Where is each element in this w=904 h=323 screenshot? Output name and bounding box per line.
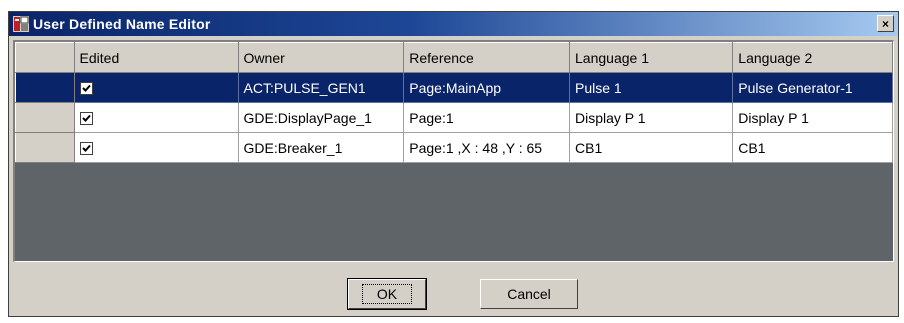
checkbox-checked-icon[interactable] (79, 112, 93, 126)
name-grid[interactable]: Edited Owner Reference Language 1 Langua… (13, 40, 894, 262)
cancel-button[interactable]: Cancel (480, 279, 578, 309)
language-2-cell[interactable]: CB1 (732, 132, 893, 163)
ok-button-label: OK (361, 284, 413, 304)
column-header-language-1[interactable]: Language 1 (569, 42, 734, 73)
edited-cell[interactable] (73, 72, 239, 103)
window-title: User Defined Name Editor (33, 16, 211, 32)
title-bar[interactable]: User Defined Name Editor × (9, 12, 898, 36)
edited-cell[interactable] (73, 102, 239, 133)
header-row: Edited Owner Reference Language 1 Langua… (15, 42, 893, 73)
row-header[interactable] (15, 132, 75, 163)
language-2-cell[interactable]: Display P 1 (732, 102, 893, 133)
column-header-edited[interactable]: Edited (73, 42, 239, 73)
close-button[interactable]: × (877, 15, 894, 32)
dialog-window: User Defined Name Editor × Edited Owner … (8, 11, 899, 317)
owner-cell[interactable]: ACT:PULSE_GEN1 (237, 72, 405, 103)
edited-cell[interactable] (73, 132, 239, 163)
language-2-cell[interactable]: Pulse Generator-1 (732, 72, 893, 103)
close-icon: × (881, 16, 889, 31)
table-row[interactable]: GDE:Breaker_1 Page:1 ,X : 48 ,Y : 65 CB1… (15, 132, 893, 163)
language-1-cell[interactable]: Pulse 1 (569, 72, 734, 103)
column-header-language-2[interactable]: Language 2 (732, 42, 893, 73)
ok-button[interactable]: OK (347, 278, 427, 310)
name-table: Edited Owner Reference Language 1 Langua… (15, 42, 893, 163)
reference-cell[interactable]: Page:1 (403, 102, 571, 133)
owner-cell[interactable]: GDE:DisplayPage_1 (237, 102, 405, 133)
row-header[interactable] (15, 72, 75, 103)
column-header-owner[interactable]: Owner (237, 42, 405, 73)
reference-cell[interactable]: Page:MainApp (403, 72, 571, 103)
checkbox-checked-icon[interactable] (79, 82, 93, 96)
table-row[interactable]: ACT:PULSE_GEN1 Page:MainApp Pulse 1 Puls… (15, 72, 893, 103)
reference-cell[interactable]: Page:1 ,X : 48 ,Y : 65 (403, 132, 571, 163)
checkbox-checked-icon[interactable] (79, 142, 93, 156)
language-1-cell[interactable]: CB1 (569, 132, 734, 163)
row-header[interactable] (15, 102, 75, 133)
app-icon[interactable] (13, 16, 29, 32)
column-header-reference[interactable]: Reference (403, 42, 571, 73)
cancel-button-label: Cancel (507, 286, 551, 302)
language-1-cell[interactable]: Display P 1 (569, 102, 734, 133)
corner-header[interactable] (15, 42, 75, 73)
owner-cell[interactable]: GDE:Breaker_1 (237, 132, 405, 163)
table-row[interactable]: GDE:DisplayPage_1 Page:1 Display P 1 Dis… (15, 102, 893, 133)
